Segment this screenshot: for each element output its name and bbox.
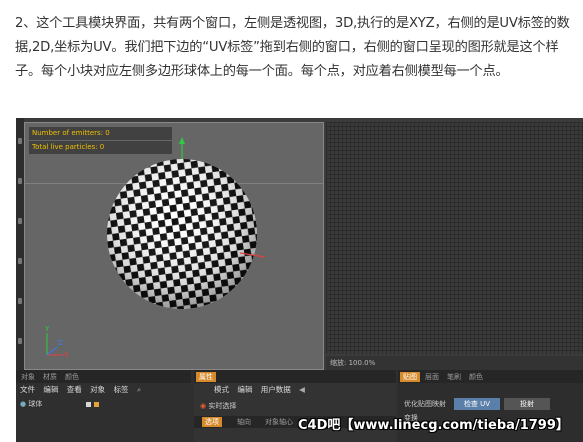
check-uv-button[interactable]: 检查 UV [454,398,500,410]
tab-color[interactable]: 颜色 [466,372,486,382]
attribute-menubar: 模式 编辑 用户数据 ◀ [214,384,311,396]
tab-layers[interactable]: 层面 [422,372,442,382]
uv-tabs: 贴图 层面 笔刷 颜色 [398,370,583,383]
menu-tag[interactable]: 标签 [114,385,129,394]
axis-label-y: Y [44,325,50,333]
subtab-options[interactable]: 选项 [202,417,222,427]
tool-icon[interactable] [18,218,22,224]
menu-edit[interactable]: 编辑 [237,385,252,394]
gizmo-y-arrow [179,137,185,144]
tab-texture[interactable]: 贴图 [400,372,420,382]
menu-view[interactable]: 查看 [67,385,82,394]
tool-icon[interactable] [18,178,22,184]
object-name[interactable]: 球体 [28,400,42,408]
checker-sphere[interactable] [97,149,266,318]
live-selection-label: 实时选择 [208,402,237,410]
optimize-mapping-label[interactable]: 优化贴图映射 [404,398,446,410]
tab-materials[interactable]: 材质 [40,372,60,382]
menu-mode[interactable]: 模式 [214,385,229,394]
tab-brushes[interactable]: 笔刷 [444,372,464,382]
tool-icon[interactable] [18,298,22,304]
menu-file[interactable]: 文件 [20,385,35,394]
tool-icon[interactable] [18,338,22,344]
uv-zoom-status: 缩放: 100.0% [326,356,583,370]
selection-tool-icon: ◉ [200,402,207,410]
sphere-object-icon: ● [20,400,27,408]
subtab-axis[interactable]: 轴向 [234,417,254,427]
object-row[interactable]: ● 球体 [20,398,42,410]
tool-icon[interactable] [18,138,22,144]
left-toolbar [16,118,24,370]
menu-edit[interactable]: 编辑 [43,385,58,394]
intro-paragraph: 2、这个工具模块界面，共有两个窗口，左侧是透视图，3D,执行的是XYZ，右侧的是… [15,16,570,79]
back-arrow-icon[interactable]: ◀ [299,385,305,394]
viewport-canvas: Y Z X [44,137,266,359]
tab-objects[interactable]: 对象 [18,372,38,382]
axis-indicator-z [46,346,58,356]
material-tag-icon[interactable] [94,402,99,407]
uv-editor-grid[interactable] [326,122,583,354]
axis-label-z: Z [58,339,63,347]
tab-colors[interactable]: 颜色 [62,372,82,382]
search-icon[interactable]: ⌕ [137,385,141,394]
subtab-object-axis[interactable]: 对象轴心 [262,417,296,427]
menu-object[interactable]: 对象 [90,385,105,394]
tool-icon[interactable] [18,258,22,264]
tab-attributes[interactable]: 属性 [196,372,216,382]
live-selection-row[interactable]: ◉ 实时选择 [200,400,236,412]
object-tabs: 对象 材质 颜色 [16,370,191,383]
c4d-screenshot: Number of emitters: 0 Total live particl… [16,118,583,442]
attribute-tabs: 属性 [194,370,396,383]
watermark: C4D吧【www.linecg.com/tieba/1799】 [298,418,569,433]
uv-tag-icon[interactable] [86,402,91,407]
object-menubar: 文件 编辑 查看 对象 标签 ⌕ [20,384,195,396]
perspective-viewport[interactable]: Number of emitters: 0 Total live particl… [24,122,324,370]
menu-user-data[interactable]: 用户数据 [261,385,291,394]
axis-label-x: X [64,351,69,359]
projection-button[interactable]: 投射 [504,398,550,410]
